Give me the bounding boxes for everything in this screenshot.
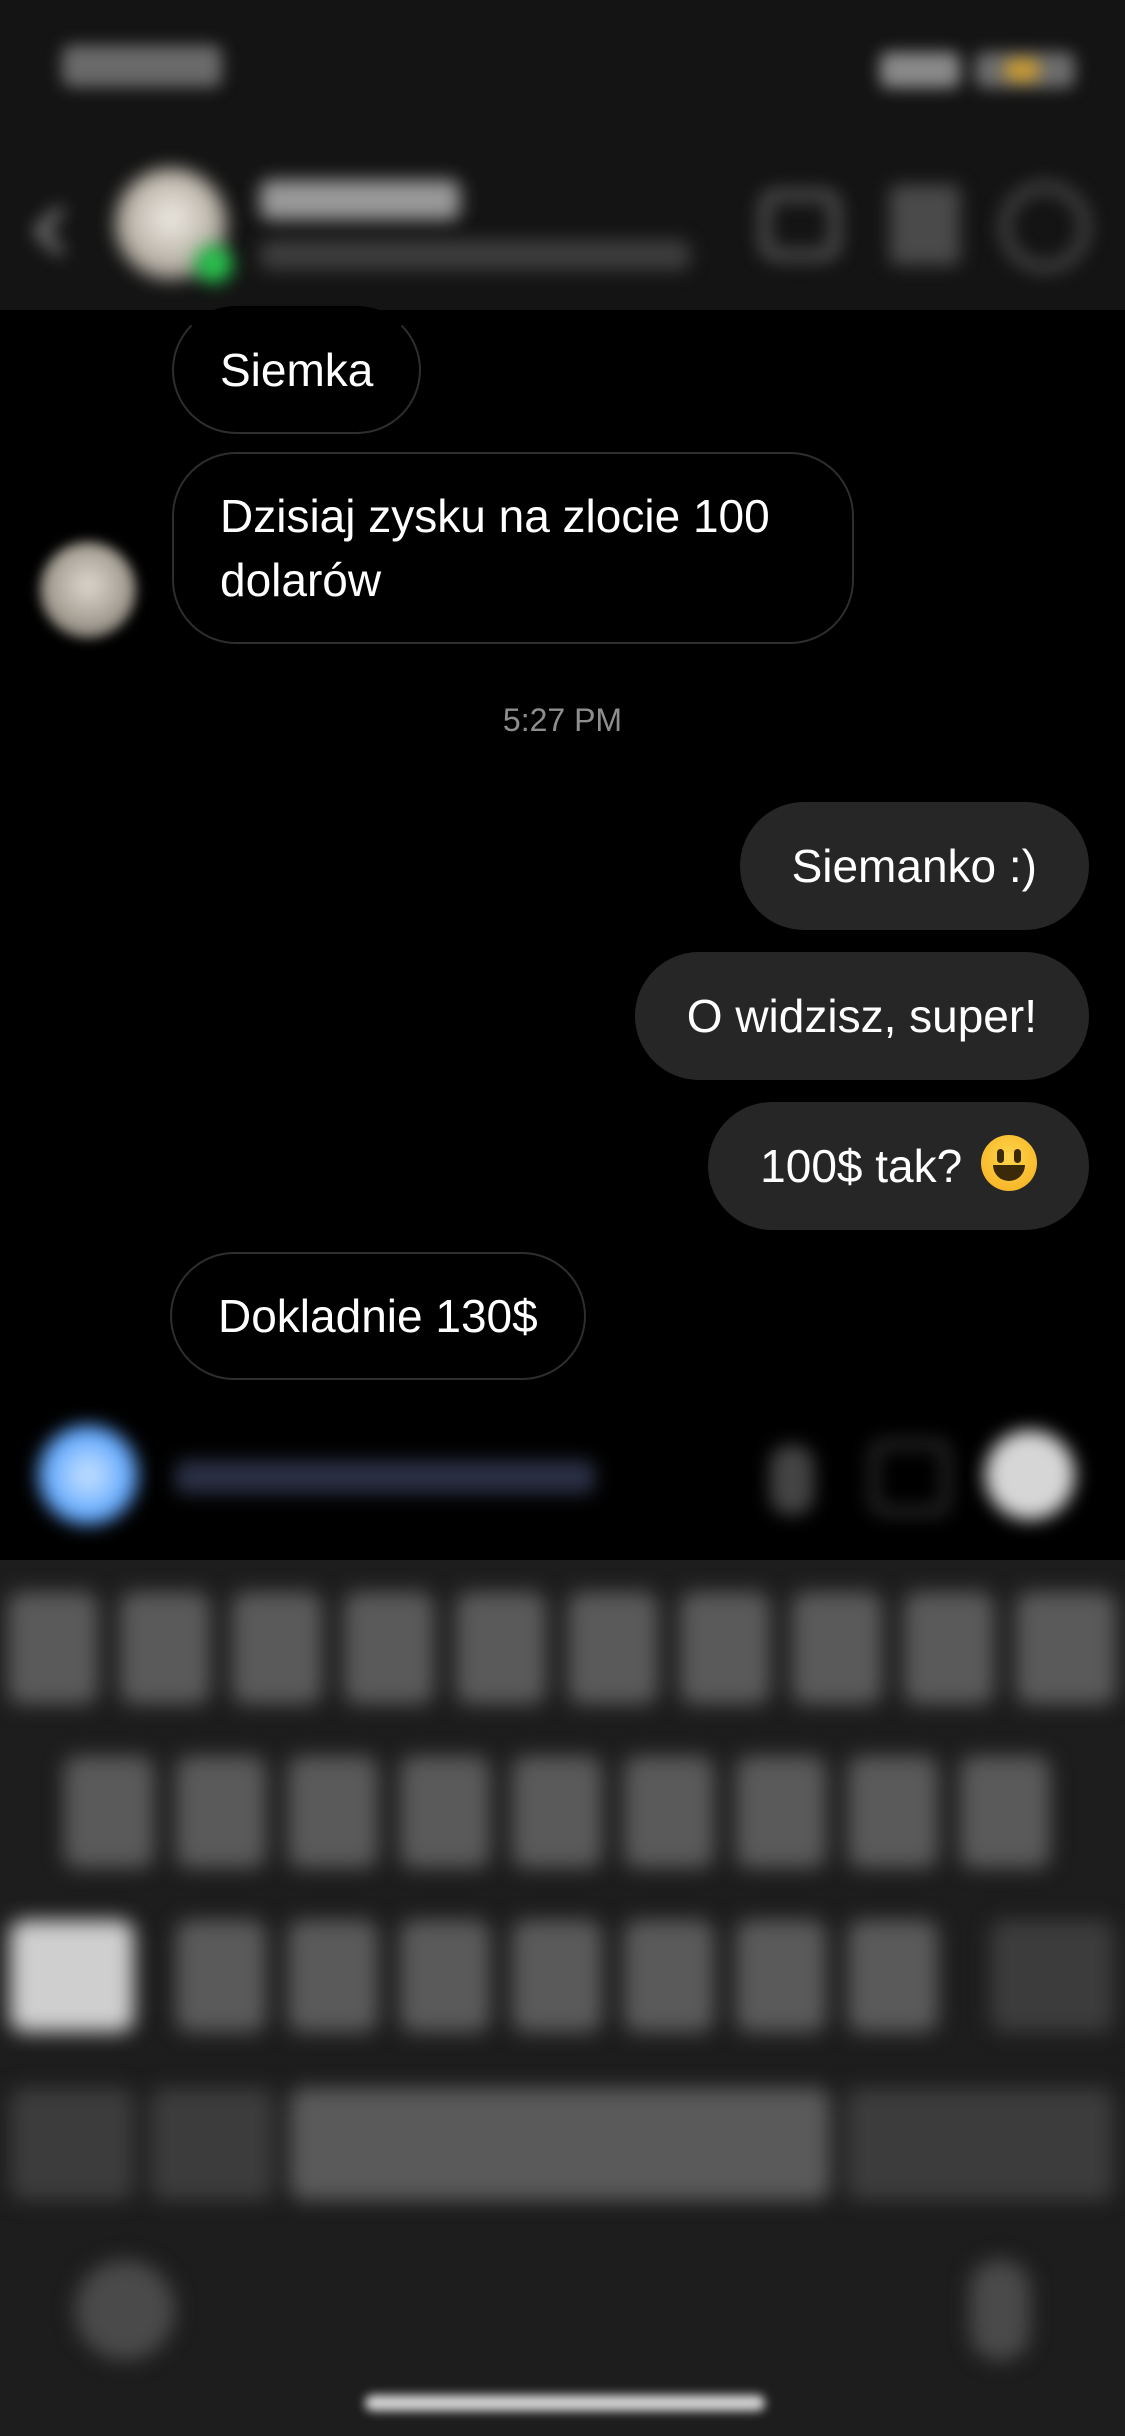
message-input[interactable] xyxy=(175,1460,595,1494)
keyboard-key[interactable] xyxy=(624,1920,714,2032)
keyboard xyxy=(0,1560,1125,2436)
keyboard-key[interactable] xyxy=(680,1592,770,1704)
return-key[interactable] xyxy=(846,2088,1114,2200)
message-text: O widzisz, super! xyxy=(686,990,1037,1042)
status-bar xyxy=(0,0,1125,140)
keyboard-key[interactable] xyxy=(736,1920,826,2032)
keyboard-key[interactable] xyxy=(344,1592,434,1704)
keyboard-key[interactable] xyxy=(848,1756,938,1868)
sticker-icon[interactable] xyxy=(985,1430,1075,1520)
keyboard-key[interactable] xyxy=(456,1592,546,1704)
keyboard-key[interactable] xyxy=(848,1920,938,2032)
keyboard-key[interactable] xyxy=(400,1920,490,2032)
space-key[interactable] xyxy=(290,2088,830,2200)
keyboard-key[interactable] xyxy=(400,1756,490,1868)
contact-status xyxy=(260,240,690,270)
message-text: Dzisiaj zysku na zlocie 100 dolarów xyxy=(220,490,770,606)
chevron-left-icon[interactable] xyxy=(30,200,70,260)
home-indicator[interactable] xyxy=(365,2395,765,2411)
keyboard-key[interactable] xyxy=(176,1920,266,2032)
message-text: 100$ tak? xyxy=(760,1140,963,1192)
keyboard-key[interactable] xyxy=(232,1592,322,1704)
keyboard-key[interactable] xyxy=(792,1592,882,1704)
keyboard-key[interactable] xyxy=(568,1592,658,1704)
globe-icon[interactable] xyxy=(75,2260,175,2360)
flag-icon[interactable] xyxy=(890,185,960,265)
chat-header xyxy=(0,140,1125,310)
emoji-key[interactable] xyxy=(150,2088,274,2200)
numbers-key[interactable] xyxy=(10,2088,134,2200)
outgoing-message[interactable]: Siemanko :) xyxy=(739,802,1089,930)
outgoing-message[interactable]: 100$ tak? xyxy=(708,1102,1089,1230)
outgoing-message[interactable]: O widzisz, super! xyxy=(634,952,1089,1080)
message-timestamp: 5:27 PM xyxy=(502,702,623,738)
keyboard-key[interactable] xyxy=(512,1920,602,2032)
incoming-message[interactable]: Dokladnie 130$ xyxy=(170,1252,586,1380)
gallery-icon[interactable] xyxy=(870,1440,950,1515)
online-status-dot xyxy=(195,245,233,283)
keyboard-key[interactable] xyxy=(64,1756,154,1868)
dictation-microphone-icon[interactable] xyxy=(970,2260,1030,2360)
keyboard-key[interactable] xyxy=(120,1592,210,1704)
microphone-icon[interactable] xyxy=(770,1445,814,1515)
signal-icon xyxy=(880,52,960,88)
backspace-key[interactable] xyxy=(990,1920,1114,2032)
shift-key[interactable] xyxy=(10,1920,134,2032)
keyboard-key[interactable] xyxy=(736,1756,826,1868)
message-thread: Siemka Dzisiaj zysku na zlocie 100 dolar… xyxy=(0,306,1125,1390)
keyboard-key[interactable] xyxy=(288,1756,378,1868)
keyboard-key[interactable] xyxy=(288,1920,378,2032)
contact-name[interactable] xyxy=(260,180,460,220)
keyboard-key[interactable] xyxy=(512,1756,602,1868)
message-text: Dokladnie 130$ xyxy=(218,1290,538,1342)
incoming-message[interactable]: Siemka xyxy=(172,306,422,434)
keyboard-key[interactable] xyxy=(8,1592,98,1704)
keyboard-key[interactable] xyxy=(624,1756,714,1868)
message-text: Siemka xyxy=(220,344,374,396)
video-camera-icon[interactable] xyxy=(760,190,840,260)
keyboard-key[interactable] xyxy=(1016,1592,1116,1704)
info-icon[interactable] xyxy=(1000,182,1090,272)
camera-icon[interactable] xyxy=(38,1425,138,1525)
smiley-emoji-icon xyxy=(981,1135,1037,1191)
battery-level-indicator xyxy=(1005,58,1039,82)
keyboard-key[interactable] xyxy=(904,1592,994,1704)
incoming-message[interactable]: Dzisiaj zysku na zlocie 100 dolarów xyxy=(172,452,854,644)
keyboard-key[interactable] xyxy=(960,1756,1050,1868)
message-text: Siemanko :) xyxy=(791,840,1037,892)
message-composer xyxy=(0,1390,1125,1560)
keyboard-key[interactable] xyxy=(176,1756,266,1868)
status-time xyxy=(62,45,222,87)
sender-avatar[interactable] xyxy=(40,542,136,638)
